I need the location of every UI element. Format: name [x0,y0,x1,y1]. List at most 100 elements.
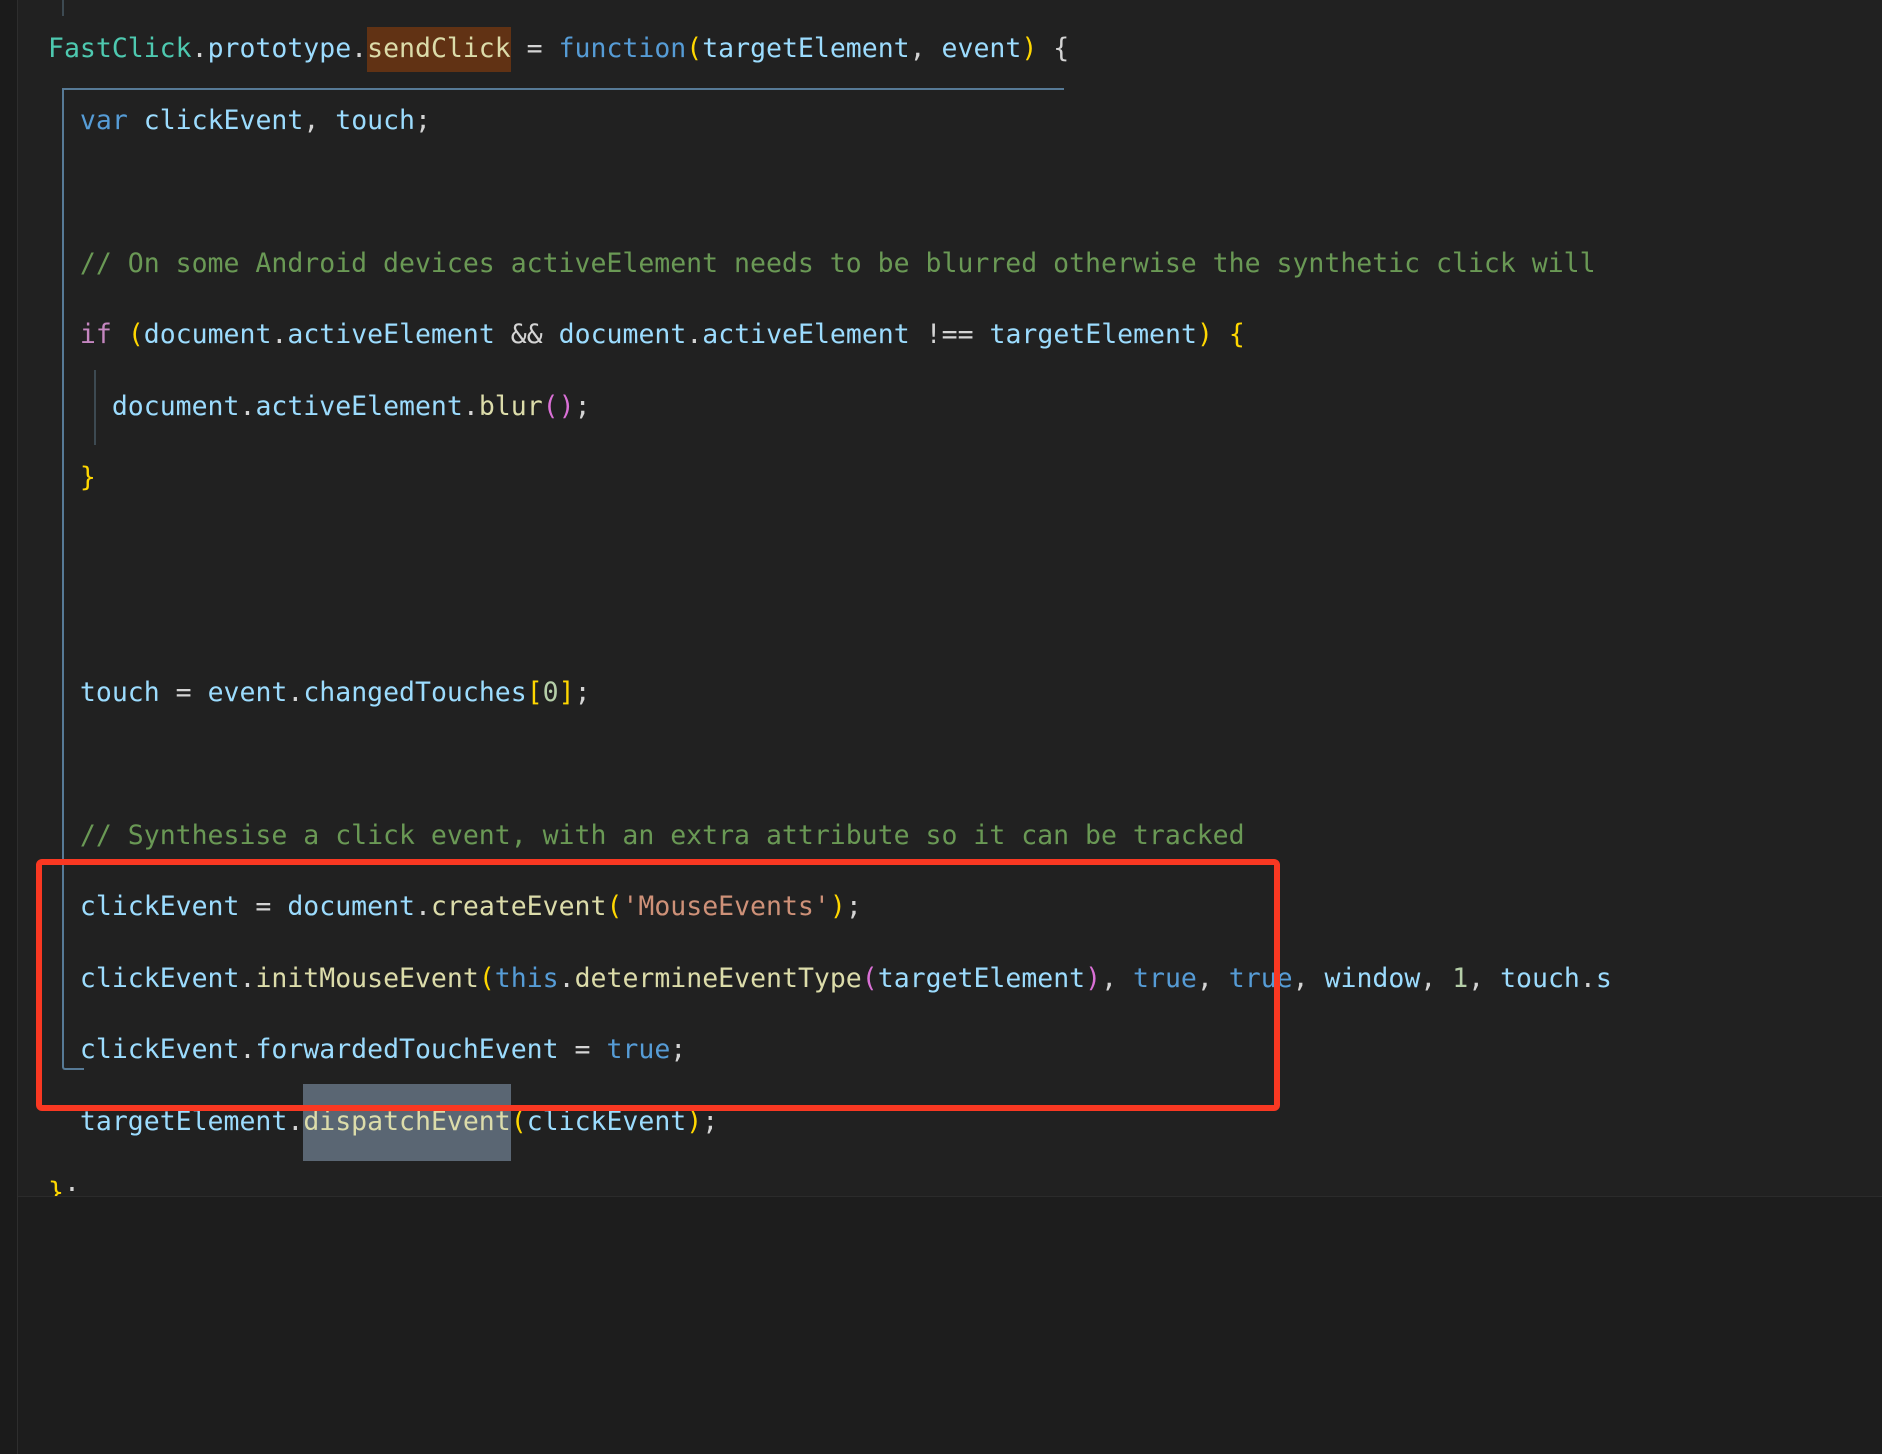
code-token: , [1468,962,1501,994]
line-signature[interactable]: FastClick.prototype.sendClick = function… [48,13,1069,85]
occurrence-highlight: sendClick [367,27,511,72]
code-token: touch [79,676,160,708]
line-blank-4[interactable] [48,728,64,800]
code-token: ) [1085,962,1102,994]
code-token: !== [925,319,974,350]
code-token: . [287,676,304,708]
code-token: determineEventType [574,962,862,994]
code-token: ) [1021,33,1038,64]
selection-highlight: dispatchEvent [303,1083,511,1161]
code-token: targetElement [702,33,910,64]
code-token: clickEvent [79,1034,240,1065]
code-token: ) [558,390,575,422]
line-blank-1[interactable] [48,156,64,228]
code-token: [ [526,676,543,708]
code-token: ; [702,1105,719,1137]
code-token: this [494,962,559,994]
line-initmouseevent[interactable]: clickEvent.initMouseEvent(this.determine… [48,943,1612,1015]
line-comment-synth[interactable]: // Synthesise a click event, with an ext… [48,800,1245,872]
line-dispatchevent[interactable]: targetElement.dispatchEvent(clickEvent); [48,1083,719,1161]
line-touch[interactable]: touch = event.changedTouches[0]; [48,657,591,729]
code-token: ; [574,676,591,708]
code-token: document [287,891,415,922]
code-token: targetElement [79,1105,288,1137]
code-token: . [271,319,288,350]
code-token: targetElement [989,319,1197,350]
line-if[interactable]: if (document.activeElement && document.a… [48,299,1245,371]
code-token: changedTouches [303,676,527,708]
code-token: ; [670,1034,687,1065]
code-token: , [1196,962,1229,994]
line-blank-2[interactable] [48,514,64,586]
code-token: = [510,33,559,64]
code-token: ( [127,319,144,350]
code-token: 'MouseEvents' [622,891,830,922]
line-blank-3[interactable] [48,585,64,657]
code-token: var [79,104,128,136]
line-close-if[interactable]: } [48,442,96,514]
editor-left-gutter[interactable] [0,0,18,1454]
code-token: clickEvent [526,1105,687,1137]
code-token: touch [1500,962,1580,994]
line-var[interactable]: var clickEvent, touch; [48,85,431,157]
code-token: prototype [207,33,352,64]
line-comment-android[interactable]: // On some Android devices activeElement… [48,228,1596,300]
code-token: s [1595,962,1612,994]
code-token: ( [478,962,495,994]
code-token: event [207,676,288,708]
code-token: true [1228,962,1293,994]
code-token: activeElement [702,319,910,350]
code-token: . [414,891,431,922]
code-token: if [79,319,112,350]
code-token: ) [686,1105,703,1137]
code-token: createEvent [430,891,607,922]
code-token: ( [686,33,703,64]
code-token: ( [510,1105,527,1137]
code-token: document [558,319,687,350]
code-token: document [111,390,240,422]
line-blur[interactable]: document.activeElement.blur(); [48,371,591,443]
code-token: true [606,1034,671,1065]
code-token: ] [558,676,575,708]
line-forwardedtouchevent[interactable]: clickEvent.forwardedTouchEvent = true; [48,1014,686,1086]
line-close-fn[interactable]: }; [48,1157,80,1196]
code-token: initMouseEvent [255,962,479,994]
code-token: , [1420,962,1453,994]
code-token: ( [542,390,559,422]
line-createevent[interactable]: clickEvent = document.createEvent('Mouse… [48,871,862,943]
code-token: , [1101,962,1134,994]
code-token: . [1579,962,1596,994]
code-token: . [191,33,208,64]
code-token: document [143,319,272,350]
code-token: . [686,319,703,350]
code-token: ; [415,104,431,136]
code-token: forwardedTouchEvent [255,1034,559,1065]
code-token: event [941,33,1022,64]
code-token: 1 [1452,962,1469,994]
editor-viewport[interactable]: FastClick.prototype.sendClick = function… [18,0,1882,1196]
code-token: clickEvent [143,104,304,136]
code-token: 0 [542,676,559,708]
code-token: targetElement [877,962,1086,994]
code-token: . [239,1034,256,1065]
code-token: true [1133,962,1197,994]
code-token: function [558,33,687,64]
code-token: = [159,676,208,708]
code-token: ( [861,962,878,994]
